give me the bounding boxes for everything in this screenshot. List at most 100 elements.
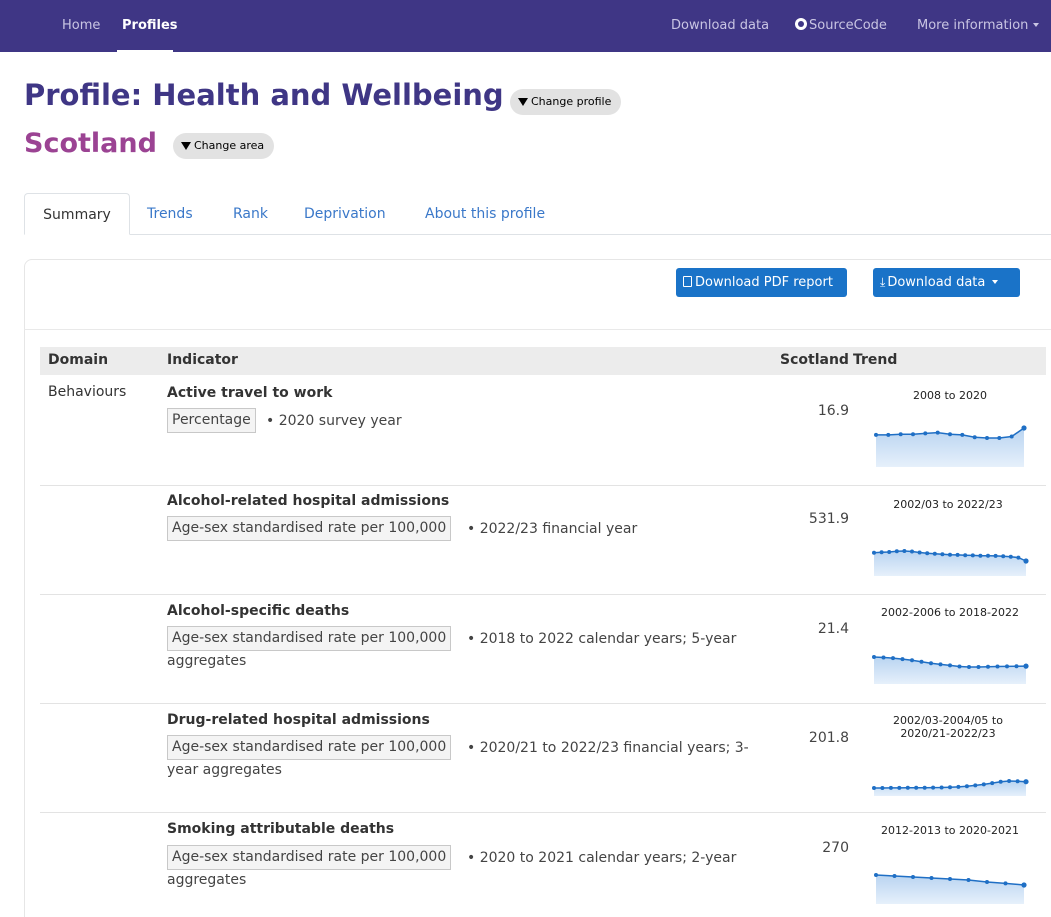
- trend-sparkline[interactable]: [870, 776, 1030, 796]
- trend-label: 2002-2006 to 2018-2022: [881, 606, 1019, 619]
- trend-point: [1016, 555, 1021, 560]
- trend-point: [948, 552, 952, 557]
- measure-badge: Percentage: [167, 408, 256, 433]
- tab-about-profile[interactable]: About this profile: [425, 193, 545, 235]
- trend-point: [955, 552, 960, 557]
- trend-point: [929, 661, 933, 666]
- trend-label: 2002/03 to 2022/23: [893, 498, 1003, 511]
- measure-badge: Age-sex standardised rate per 100,000: [167, 735, 452, 760]
- download-pdf-button[interactable]: Download PDF report: [676, 268, 847, 297]
- trend-point: [892, 874, 897, 878]
- indicator-title[interactable]: Drug-related hospital admissions: [167, 712, 430, 728]
- trend-point: [967, 665, 971, 669]
- trend-point: [922, 785, 927, 790]
- trend-point: [887, 550, 892, 554]
- indicator-title[interactable]: Alcohol-related hospital admissions: [167, 493, 449, 509]
- trend-point: [879, 550, 884, 555]
- measure-badge: Age-sex standardised rate per 100,000: [167, 516, 452, 541]
- indicator-title[interactable]: Alcohol-specific deaths: [167, 603, 349, 619]
- indicator-title[interactable]: Smoking attributable deaths: [167, 821, 394, 837]
- row-divider: [40, 594, 1046, 595]
- trend-point: [985, 436, 989, 440]
- trend-sparkline[interactable]: [870, 546, 1030, 576]
- change-profile-button[interactable]: Change profile: [510, 89, 622, 115]
- trend-point: [966, 878, 971, 882]
- tab-rank[interactable]: Rank: [233, 193, 268, 235]
- row-divider: [40, 812, 1046, 813]
- area-title: Scotland: [24, 128, 157, 159]
- indicator-value: 201.8: [808, 730, 849, 746]
- trend-point: [1005, 664, 1009, 669]
- nav-more-information[interactable]: More information: [917, 0, 1040, 52]
- trend-point: [963, 553, 968, 558]
- trend-point: [874, 432, 878, 437]
- trend-point: [911, 432, 915, 437]
- trend-point: [932, 551, 937, 556]
- filter-icon: [181, 142, 191, 150]
- trend-point: [997, 436, 1002, 440]
- tab-deprivation[interactable]: Deprivation: [304, 193, 386, 235]
- measure-badge: Age-sex standardised rate per 100,000: [167, 845, 452, 870]
- nav-home[interactable]: Home: [62, 0, 100, 52]
- trend-point: [1007, 779, 1012, 783]
- trend-label: 2012-2013 to 2020-2021: [881, 824, 1019, 837]
- trend-point: [981, 782, 986, 787]
- measure-badge: Age-sex standardised rate per 100,000: [167, 626, 452, 651]
- trend-point: [914, 785, 919, 790]
- indicator-period-cont: aggregates: [167, 653, 247, 669]
- change-area-button[interactable]: Change area: [173, 133, 275, 159]
- tab-trends[interactable]: Trends: [147, 193, 193, 235]
- trend-point: [902, 549, 907, 553]
- caret-down-icon: [1033, 23, 1040, 27]
- header-scotland[interactable]: Scotland: [780, 352, 849, 368]
- nav-source-code[interactable]: SourceCode: [795, 0, 887, 52]
- trend-point: [938, 662, 943, 667]
- trend-point: [940, 552, 945, 557]
- trend-point: [1008, 554, 1013, 559]
- change-area-label: Change area: [194, 139, 265, 152]
- filter-icon: [518, 98, 528, 106]
- download-pdf-label: Download PDF report: [695, 275, 833, 290]
- nav-more-information-label: More information: [917, 18, 1029, 33]
- trend-point: [874, 873, 878, 877]
- trend-point: [898, 432, 903, 437]
- trend-area: [874, 657, 1026, 684]
- nav-source-code-label: SourceCode: [809, 18, 887, 33]
- indicator-title[interactable]: Active travel to work: [167, 385, 332, 401]
- trend-point: [957, 664, 962, 669]
- trend-point: [948, 785, 952, 790]
- indicator-period-cont: year aggregates: [167, 762, 282, 778]
- trend-point: [1003, 881, 1008, 886]
- header-indicator[interactable]: Indicator: [167, 352, 238, 368]
- trend-point: [910, 658, 914, 663]
- trend-sparkline[interactable]: [870, 652, 1030, 684]
- trend-point: [881, 655, 886, 660]
- indicator-value: 270: [822, 840, 849, 856]
- nav-download-data[interactable]: Download data: [671, 0, 769, 52]
- indicator-value: 21.4: [817, 621, 849, 637]
- trend-point: [972, 435, 977, 440]
- caret-down-icon: [992, 280, 999, 284]
- trend-point: [1021, 882, 1027, 888]
- trend-point: [894, 549, 899, 554]
- trend-label: 2002/03-2004/05 to 2020/21-2022/23: [893, 714, 1003, 740]
- trend-point: [891, 656, 895, 661]
- trend-sparkline[interactable]: [872, 423, 1028, 467]
- trend-point: [1023, 558, 1029, 564]
- trend-point: [948, 877, 952, 881]
- domain-cell: Behaviours: [48, 384, 127, 400]
- header-trend[interactable]: Trend: [853, 352, 897, 368]
- trend-point: [990, 781, 995, 786]
- trend-point: [900, 657, 905, 662]
- download-data-button[interactable]: ⤓ Download data: [873, 268, 1020, 297]
- header-domain[interactable]: Domain: [48, 352, 108, 368]
- trend-point: [897, 785, 902, 790]
- trend-point: [960, 432, 965, 437]
- trend-point: [1014, 664, 1019, 669]
- row-divider: [40, 703, 1046, 704]
- trend-sparkline[interactable]: [872, 870, 1028, 904]
- trend-point: [911, 875, 915, 879]
- page-title: Profile: Health and Wellbeing: [24, 78, 504, 112]
- nav-profiles[interactable]: Profiles: [122, 0, 178, 52]
- tab-summary[interactable]: Summary: [24, 193, 130, 235]
